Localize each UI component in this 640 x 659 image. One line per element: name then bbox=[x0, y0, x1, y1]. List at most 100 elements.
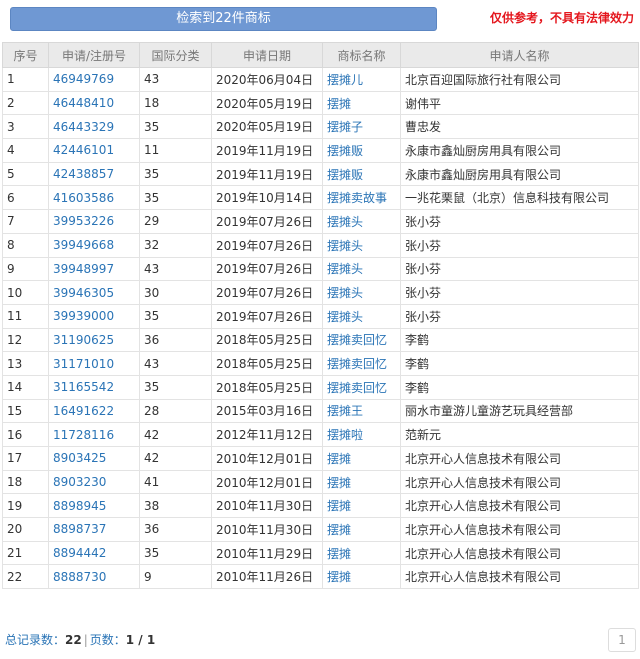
cell-reg-number[interactable]: 46949769 bbox=[48, 67, 140, 92]
col-header-date: 申请日期 bbox=[211, 42, 323, 68]
cell-reg-number[interactable]: 42446101 bbox=[48, 138, 140, 163]
cell-trademark[interactable]: 摆摊 bbox=[322, 517, 401, 542]
cell-index: 16 bbox=[2, 422, 49, 447]
cell-date: 2020年05月19日 bbox=[211, 90, 323, 116]
cell-date: 2010年11月29日 bbox=[211, 540, 323, 566]
cell-reg-number[interactable]: 39946305 bbox=[48, 280, 140, 305]
cell-trademark[interactable]: 摆摊儿 bbox=[322, 67, 401, 92]
cell-trademark[interactable]: 摆摊 bbox=[322, 469, 401, 495]
table-row: 14 31165542 35 2018年05月25日 摆摊卖回忆 李鹤 bbox=[2, 374, 639, 400]
cell-reg-number[interactable]: 31190625 bbox=[48, 327, 140, 353]
table-row: 6 41603586 35 2019年10月14日 摆摊卖故事 一兆花栗鼠（北京）信息科技… bbox=[2, 185, 639, 211]
cell-trademark[interactable]: 摆摊 bbox=[322, 540, 401, 566]
cell-date: 2019年07月26日 bbox=[211, 256, 323, 282]
cell-index: 3 bbox=[2, 114, 49, 140]
cell-reg-number[interactable]: 16491622 bbox=[48, 398, 140, 424]
cell-trademark[interactable]: 摆摊 bbox=[322, 90, 401, 116]
cell-applicant: 谢伟平 bbox=[400, 90, 639, 116]
cell-trademark[interactable]: 摆摊 bbox=[322, 564, 401, 590]
cell-index: 12 bbox=[2, 327, 49, 353]
cell-index: 14 bbox=[2, 374, 49, 400]
cell-trademark[interactable]: 摆摊卖回忆 bbox=[322, 351, 401, 376]
col-header-reg-number: 申请/注册号 bbox=[48, 42, 140, 68]
cell-applicant: 北京开心人信息技术有限公司 bbox=[400, 469, 639, 495]
cell-reg-number[interactable]: 8898945 bbox=[48, 493, 140, 519]
cell-reg-number[interactable]: 8894442 bbox=[48, 540, 140, 566]
cell-trademark[interactable]: 摆摊卖回忆 bbox=[322, 374, 401, 400]
cell-trademark[interactable]: 摆摊头 bbox=[322, 209, 401, 234]
cell-reg-number[interactable]: 8903230 bbox=[48, 469, 140, 495]
cell-trademark[interactable]: 摆摊贩 bbox=[322, 161, 401, 187]
cell-trademark[interactable]: 摆摊 bbox=[322, 493, 401, 519]
cell-trademark[interactable]: 摆摊卖故事 bbox=[322, 185, 401, 211]
cell-index: 1 bbox=[2, 67, 49, 92]
cell-trademark[interactable]: 摆摊子 bbox=[322, 114, 401, 140]
cell-trademark[interactable]: 摆摊王 bbox=[322, 398, 401, 424]
cell-reg-number[interactable]: 41603586 bbox=[48, 185, 140, 211]
cell-class: 35 bbox=[139, 540, 212, 566]
cell-reg-number[interactable]: 8903425 bbox=[48, 446, 140, 471]
cell-reg-number[interactable]: 31165542 bbox=[48, 374, 140, 400]
cell-reg-number[interactable]: 39953226 bbox=[48, 209, 140, 234]
cell-trademark[interactable]: 摆摊头 bbox=[322, 280, 401, 305]
cell-applicant: 李鹤 bbox=[400, 351, 639, 376]
col-header-applicant: 申请人名称 bbox=[400, 42, 639, 68]
cell-class: 42 bbox=[139, 446, 212, 471]
cell-index: 18 bbox=[2, 469, 49, 495]
cell-reg-number[interactable]: 11728116 bbox=[48, 422, 140, 447]
cell-index: 9 bbox=[2, 256, 49, 282]
cell-trademark[interactable]: 摆摊头 bbox=[322, 232, 401, 258]
cell-applicant: 李鹤 bbox=[400, 327, 639, 353]
cell-applicant: 张小芬 bbox=[400, 280, 639, 305]
cell-class: 43 bbox=[139, 256, 212, 282]
cell-reg-number[interactable]: 46448410 bbox=[48, 90, 140, 116]
cell-applicant: 北京开心人信息技术有限公司 bbox=[400, 517, 639, 542]
cell-date: 2010年12月01日 bbox=[211, 446, 323, 471]
cell-trademark[interactable]: 摆摊卖回忆 bbox=[322, 327, 401, 353]
cell-class: 42 bbox=[139, 422, 212, 447]
total-value: 22 bbox=[65, 633, 82, 647]
cell-applicant: 北京开心人信息技术有限公司 bbox=[400, 540, 639, 566]
cell-trademark[interactable]: 摆摊头 bbox=[322, 303, 401, 329]
cell-reg-number[interactable]: 39948997 bbox=[48, 256, 140, 282]
cell-applicant: 张小芬 bbox=[400, 303, 639, 329]
cell-reg-number[interactable]: 46443329 bbox=[48, 114, 140, 140]
table-row: 9 39948997 43 2019年07月26日 摆摊头 张小芬 bbox=[2, 256, 639, 282]
cell-date: 2018年05月25日 bbox=[211, 374, 323, 400]
cell-index: 17 bbox=[2, 446, 49, 471]
cell-class: 35 bbox=[139, 303, 212, 329]
col-header-class: 国际分类 bbox=[139, 42, 212, 68]
cell-trademark[interactable]: 摆摊贩 bbox=[322, 138, 401, 163]
cell-reg-number[interactable]: 39949668 bbox=[48, 232, 140, 258]
cell-index: 5 bbox=[2, 161, 49, 187]
cell-trademark[interactable]: 摆摊头 bbox=[322, 256, 401, 282]
page-1-button[interactable]: 1 bbox=[608, 628, 636, 652]
pages-label: 页数： bbox=[89, 633, 126, 647]
cell-date: 2020年06月04日 bbox=[211, 67, 323, 92]
cell-class: 11 bbox=[139, 138, 212, 163]
cell-index: 20 bbox=[2, 517, 49, 542]
table-row: 21 8894442 35 2010年11月29日 摆摊 北京开心人信息技术有限公司 bbox=[2, 540, 639, 566]
cell-reg-number[interactable]: 8898737 bbox=[48, 517, 140, 542]
cell-reg-number[interactable]: 8888730 bbox=[48, 564, 140, 590]
table-row: 20 8898737 36 2010年11月30日 摆摊 北京开心人信息技术有限公司 bbox=[2, 517, 639, 542]
cell-trademark[interactable]: 摆摊啦 bbox=[322, 422, 401, 447]
table-body: 1 46949769 43 2020年06月04日 摆摊儿 北京百迎国际旅行社有限公司 2 4… bbox=[2, 67, 639, 590]
cell-date: 2010年12月01日 bbox=[211, 469, 323, 495]
cell-applicant: 张小芬 bbox=[400, 256, 639, 282]
table-row: 11 39939000 35 2019年07月26日 摆摊头 张小芬 bbox=[2, 303, 639, 329]
table-row: 5 42438857 35 2019年11月19日 摆摊贩 永康市鑫灿厨房用具有限公司 bbox=[2, 161, 639, 187]
cell-index: 8 bbox=[2, 232, 49, 258]
cell-applicant: 范新元 bbox=[400, 422, 639, 447]
cell-index: 6 bbox=[2, 185, 49, 211]
search-result-button[interactable]: 检索到22件商标 bbox=[10, 7, 437, 31]
table-row: 22 8888730 9 2010年11月26日 摆摊 北京开心人信息技术有限公司 bbox=[2, 564, 639, 590]
cell-trademark[interactable]: 摆摊 bbox=[322, 446, 401, 471]
cell-date: 2019年10月14日 bbox=[211, 185, 323, 211]
cell-reg-number[interactable]: 39939000 bbox=[48, 303, 140, 329]
cell-index: 22 bbox=[2, 564, 49, 590]
cell-reg-number[interactable]: 31171010 bbox=[48, 351, 140, 376]
cell-reg-number[interactable]: 42438857 bbox=[48, 161, 140, 187]
cell-class: 35 bbox=[139, 185, 212, 211]
cell-class: 28 bbox=[139, 398, 212, 424]
